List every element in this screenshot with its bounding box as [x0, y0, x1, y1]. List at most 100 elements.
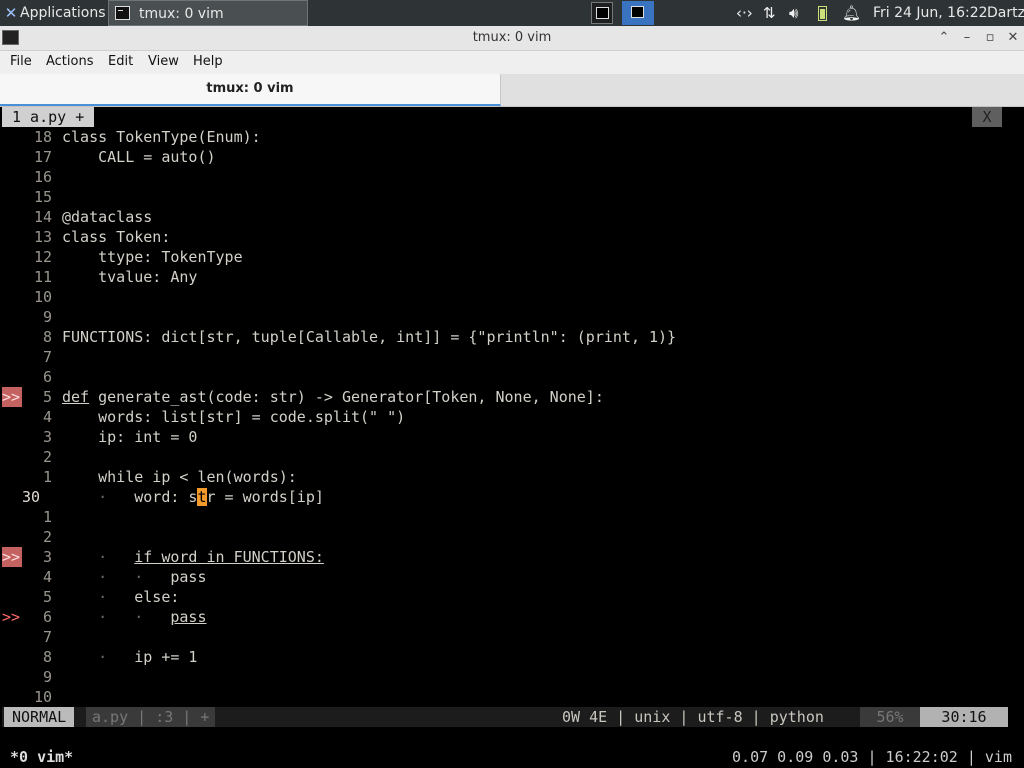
bell-icon[interactable]: 🔔︎ [842, 0, 861, 26]
line-number: 9 [42, 308, 52, 326]
code-line[interactable]: 10 [2, 287, 1002, 307]
tmux-window-list[interactable]: *0 vim* [10, 747, 73, 767]
terminal-tabbar: tmux: 0 vim [0, 74, 1024, 107]
maximize-button[interactable]: ▫ [980, 26, 1000, 50]
network-icon[interactable]: ‹·› [736, 0, 753, 26]
user-menu[interactable]: Dartz [987, 0, 1024, 26]
applications-menu-icon[interactable]: ✕ [2, 0, 20, 26]
code-line[interactable]: 15 [2, 187, 1002, 207]
code-line[interactable]: 2 [2, 527, 1002, 547]
vim-buffer-tab[interactable]: 1 a.py + [2, 107, 95, 127]
line-number: 5 [42, 388, 52, 406]
tmux-statusline: *0 vim* 0.07 0.09 0.03 | 16:22:02 | vim [2, 747, 1024, 767]
line-number: 13 [33, 228, 52, 246]
taskbar-window-title: tmux: 0 vim [139, 6, 224, 22]
tab-tmux[interactable]: tmux: 0 vim [0, 74, 501, 106]
line-number: 1 [42, 508, 52, 526]
vim-file-info: 0W 4E | unix | utf-8 | python [562, 708, 824, 726]
line-number: 4 [42, 568, 52, 586]
close-button[interactable]: ✕ [1003, 26, 1023, 50]
line-number: 6 [42, 608, 52, 626]
vim-tabline: 1 a.py + X [2, 107, 1008, 127]
code-line[interactable]: >> 3 · if word in FUNCTIONS: [2, 547, 1002, 567]
volume-icon[interactable]: 🔊︎ [789, 0, 798, 26]
code-line[interactable]: 9 [2, 307, 1002, 327]
code-line[interactable]: 1 while ip < len(words): [2, 467, 1002, 487]
code-line[interactable]: 2 [2, 447, 1002, 467]
code-line[interactable]: 8 · ip += 1 [2, 647, 1002, 667]
code-line[interactable]: 8 FUNCTIONS: dict[str, tuple[Callable, in… [2, 327, 1002, 347]
text-cursor: t [197, 488, 207, 506]
applications-menu[interactable]: Applications [20, 0, 106, 26]
code-line[interactable]: 6 [2, 367, 1002, 387]
line-number: 10 [33, 288, 52, 306]
line-number: 16 [33, 168, 52, 186]
line-number: 9 [42, 668, 52, 686]
line-number: 10 [33, 688, 52, 706]
menu-view[interactable]: View [148, 51, 179, 73]
workspace-2-button[interactable] [622, 1, 654, 25]
code-text: · else: [98, 588, 180, 606]
code-text: · word: str = words[ip] [98, 488, 324, 506]
taskbar-window-button[interactable]: tmux: 0 vim [108, 0, 308, 26]
code-text: def generate_ast(code: str) -> Generator… [62, 388, 604, 406]
shade-button[interactable]: – [957, 26, 977, 50]
code-line[interactable]: 7 [2, 347, 1002, 367]
line-number: 5 [42, 588, 52, 606]
code-line[interactable]: 11 tvalue: Any [2, 267, 1002, 287]
code-line[interactable]: >> 6 · · pass [2, 607, 1002, 627]
menu-edit[interactable]: Edit [108, 51, 133, 73]
code-line[interactable]: 1 [2, 507, 1002, 527]
line-number: 4 [42, 408, 52, 426]
vim-statusline: NORMAL a.py | :3 | + 0W 4E | unix | utf-… [2, 707, 1008, 727]
line-number: 14 [33, 208, 52, 226]
code-line[interactable]: 4 words: list[str] = code.split(" ") [2, 407, 1002, 427]
code-line[interactable]: 7 [2, 627, 1002, 647]
code-text: FUNCTIONS: dict[str, tuple[Callable, int… [62, 328, 677, 346]
code-line[interactable]: 5 · else: [2, 587, 1002, 607]
transfer-icon[interactable]: ⇅ [763, 0, 776, 26]
code-line[interactable]: 3 ip: int = 0 [2, 427, 1002, 447]
line-number: 7 [42, 348, 52, 366]
code-text: ip: int = 0 [62, 428, 198, 446]
line-number: 7 [42, 628, 52, 646]
code-text: class TokenType(Enum): [62, 128, 261, 146]
code-line[interactable]: 30 · word: str = words[ip] [2, 487, 1002, 507]
line-number: 6 [42, 368, 52, 386]
minimize-button[interactable]: ⌃ [934, 26, 954, 50]
clock[interactable]: Fri 24 Jun, 16:22 [873, 0, 988, 26]
code-text: · if word in FUNCTIONS: [98, 548, 324, 566]
code-text: @dataclass [62, 208, 153, 226]
menu-actions[interactable]: Actions [46, 51, 94, 73]
workspace-1-button[interactable] [591, 2, 613, 24]
top-panel: ✕ Applications tmux: 0 vim ‹·› ⇅ 🔊︎ 🔔︎ F… [0, 0, 1024, 26]
line-number: 2 [42, 528, 52, 546]
line-number: 18 [33, 128, 52, 146]
code-line[interactable]: 18 class TokenType(Enum): [2, 127, 1002, 147]
menubar: File Actions Edit View Help [0, 51, 1024, 74]
code-line[interactable]: 16 [2, 167, 1002, 187]
code-line[interactable]: >> 5 def generate_ast(code: str) -> Genera… [2, 387, 1002, 407]
menu-help[interactable]: Help [193, 51, 223, 73]
code-line[interactable]: 14 @dataclass [2, 207, 1002, 227]
line-number: 17 [33, 148, 52, 166]
menu-file[interactable]: File [10, 51, 32, 73]
terminal-icon [631, 6, 644, 18]
line-number: 3 [42, 548, 52, 566]
battery-icon[interactable] [818, 6, 827, 21]
code-text: ttype: TokenType [62, 248, 243, 266]
code-text: class Token: [62, 228, 171, 246]
vim-close-tab-button[interactable]: X [972, 107, 1002, 127]
vim-cursor-position: 30:16 [920, 707, 1008, 727]
code-line[interactable]: 13 class Token: [2, 227, 1002, 247]
code-line[interactable]: 10 [2, 687, 1002, 707]
code-line[interactable]: 4 · · pass [2, 567, 1002, 587]
code-line[interactable]: 17 CALL = auto() [2, 147, 1002, 167]
vim-mode: NORMAL [4, 707, 75, 727]
code-line[interactable]: 9 [2, 667, 1002, 687]
code-line[interactable]: 12 ttype: TokenType [2, 247, 1002, 267]
line-number: 15 [33, 188, 52, 206]
window-titlebar[interactable]: tmux: 0 vim ⌃ – ▫ ✕ [0, 26, 1024, 51]
terminal-area[interactable]: 1 a.py + X 18 class TokenType(Enum): 17 CA… [2, 107, 1024, 768]
line-number: 2 [42, 448, 52, 466]
